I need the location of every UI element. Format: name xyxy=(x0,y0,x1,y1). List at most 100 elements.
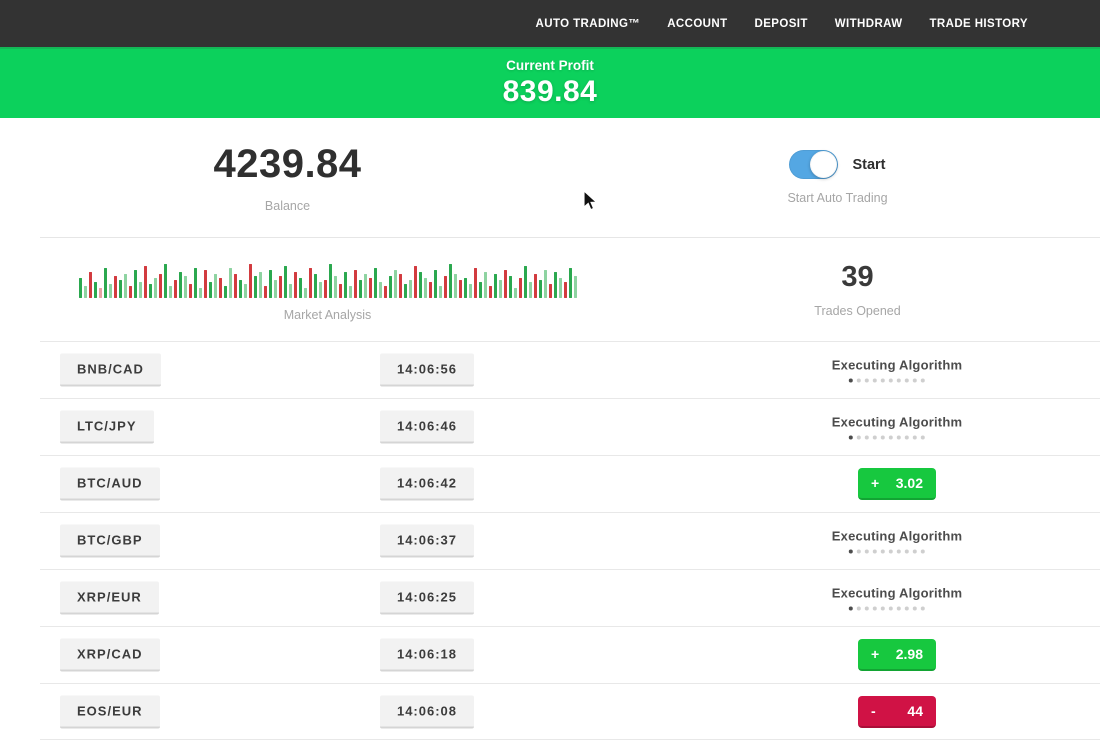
balance-value: 4239.84 xyxy=(213,142,361,187)
result-sign: + xyxy=(871,475,879,491)
chart-bar xyxy=(149,284,152,298)
nav-item-auto-trading[interactable]: AUTO TRADING™ xyxy=(536,18,641,30)
chart-bar xyxy=(139,282,142,298)
trade-time-badge[interactable]: 14:06:37 xyxy=(380,525,474,558)
trade-status: Executing Algorithm xyxy=(832,586,962,611)
trade-row: BTC/GBP 14:06:37 Executing Algorithm xyxy=(40,512,1100,569)
chart-bar xyxy=(364,274,367,298)
trade-pair-badge[interactable]: BTC/AUD xyxy=(60,468,160,501)
chart-bar xyxy=(564,282,567,298)
trades-list: BNB/CAD 14:06:56 Executing Algorithm LTC… xyxy=(0,341,1100,740)
chart-bar xyxy=(569,268,572,298)
chart-bar xyxy=(249,264,252,298)
chart-bar xyxy=(434,270,437,298)
current-profit-label: Current Profit xyxy=(0,58,1100,73)
chart-bar xyxy=(159,274,162,298)
chart-bar xyxy=(124,274,127,298)
auto-trading-label: Start Auto Trading xyxy=(787,191,887,205)
chart-bar xyxy=(419,272,422,298)
chart-bar xyxy=(439,286,442,298)
chart-bar xyxy=(289,284,292,298)
chart-bar xyxy=(304,288,307,298)
trades-opened-label: Trades Opened xyxy=(814,304,900,318)
trade-row: BTC/AUD 14:06:42 +3.02 xyxy=(40,455,1100,512)
executing-progress-dots xyxy=(822,550,952,554)
trade-status: - 44 xyxy=(858,696,936,728)
trade-time-badge[interactable]: 14:06:18 xyxy=(380,639,474,672)
executing-algorithm-label: Executing Algorithm xyxy=(832,529,962,544)
trade-pair-badge[interactable]: LTC/JPY xyxy=(60,411,154,444)
chart-bar xyxy=(474,268,477,298)
chart-bar xyxy=(209,282,212,298)
chart-bar xyxy=(524,266,527,298)
chart-bar xyxy=(239,280,242,298)
trade-status: Executing Algorithm xyxy=(832,529,962,554)
result-value: 44 xyxy=(907,703,923,719)
nav-item-account[interactable]: ACCOUNT xyxy=(667,18,727,30)
trade-row: BNB/CAD 14:06:56 Executing Algorithm xyxy=(40,341,1100,398)
chart-bar xyxy=(189,284,192,298)
trade-pair-badge[interactable]: EOS/EUR xyxy=(60,695,160,728)
chart-bar xyxy=(324,280,327,298)
chart-bar xyxy=(169,286,172,298)
chart-bar xyxy=(544,270,547,298)
trade-pair-badge[interactable]: XRP/CAD xyxy=(60,639,160,672)
nav-item-trade-history[interactable]: TRADE HISTORY xyxy=(930,18,1029,30)
chart-bar xyxy=(494,274,497,298)
chart-bar xyxy=(269,270,272,298)
toggle-knob xyxy=(810,151,837,178)
trade-time-badge[interactable]: 14:06:08 xyxy=(380,695,474,728)
trade-time-badge[interactable]: 14:06:42 xyxy=(380,468,474,501)
trade-pair-badge[interactable]: XRP/EUR xyxy=(60,582,159,615)
chart-bar xyxy=(529,282,532,298)
chart-bar xyxy=(164,264,167,298)
chart-bar xyxy=(104,268,107,298)
trade-time-badge[interactable]: 14:06:46 xyxy=(380,411,474,444)
trade-result-badge: +3.02 xyxy=(858,468,936,500)
nav-item-withdraw[interactable]: WITHDRAW xyxy=(835,18,903,30)
chart-bar xyxy=(194,268,197,298)
chart-bar xyxy=(499,280,502,298)
trade-pair-badge[interactable]: BNB/CAD xyxy=(60,354,161,387)
chart-bar xyxy=(354,270,357,298)
chart-bar xyxy=(464,278,467,298)
chart-bar xyxy=(429,282,432,298)
chart-bar xyxy=(539,280,542,298)
executing-algorithm-label: Executing Algorithm xyxy=(832,358,962,373)
chart-bar xyxy=(509,276,512,298)
trade-row: LTC/JPY 14:06:46 Executing Algorithm xyxy=(40,398,1100,455)
auto-trading-toggle[interactable] xyxy=(789,150,838,179)
chart-bar xyxy=(484,272,487,298)
trade-time-badge[interactable]: 14:06:56 xyxy=(380,354,474,387)
trade-status: Executing Algorithm xyxy=(832,415,962,440)
chart-bar xyxy=(574,276,577,298)
chart-bar xyxy=(344,272,347,298)
market-analysis-label: Market Analysis xyxy=(284,308,372,322)
current-profit-banner: Current Profit 839.84 xyxy=(0,47,1100,118)
chart-bar xyxy=(319,282,322,298)
nav-item-deposit[interactable]: DEPOSIT xyxy=(755,18,808,30)
chart-bar xyxy=(394,270,397,298)
chart-bar xyxy=(219,278,222,298)
chart-bar xyxy=(294,272,297,298)
executing-progress-dots xyxy=(822,379,952,383)
chart-bar xyxy=(94,282,97,298)
chart-bar xyxy=(204,270,207,298)
chart-bar xyxy=(224,286,227,298)
chart-bar xyxy=(174,280,177,298)
executing-algorithm-label: Executing Algorithm xyxy=(832,586,962,601)
trade-status: +3.02 xyxy=(858,468,936,500)
result-sign: - xyxy=(871,703,876,719)
chart-bar xyxy=(279,276,282,298)
chart-bar xyxy=(359,280,362,298)
chart-bar xyxy=(469,284,472,298)
chart-bar xyxy=(554,272,557,298)
chart-bar xyxy=(134,270,137,298)
trade-pair-badge[interactable]: BTC/GBP xyxy=(60,525,160,558)
chart-bar xyxy=(259,272,262,298)
chart-bar xyxy=(424,278,427,298)
trade-time-badge[interactable]: 14:06:25 xyxy=(380,582,474,615)
chart-bar xyxy=(449,264,452,298)
chart-bar xyxy=(79,278,82,298)
executing-progress-dots xyxy=(822,436,952,440)
